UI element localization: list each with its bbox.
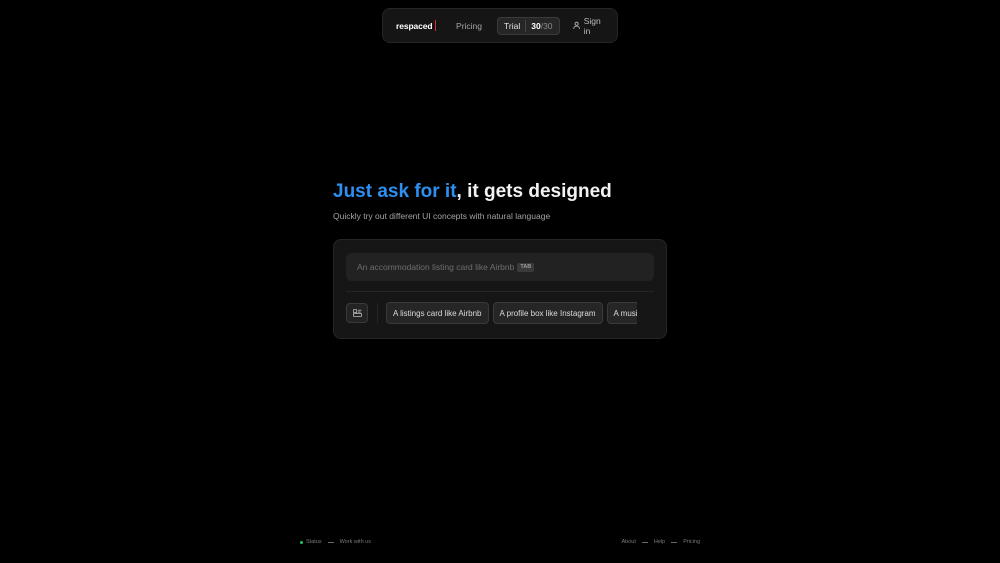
top-nav: respaced Pricing Trial 30/30 Sign in [382,8,618,43]
logo-cursor-mark [434,20,437,31]
page: respaced Pricing Trial 30/30 Sign in Jus… [0,0,1000,563]
trial-label: Trial [504,20,521,31]
card-divider [346,291,654,292]
footer-separator [671,541,678,543]
suggestion-chip[interactable]: A music player like Spotify [606,302,637,324]
hero-title-rest: , it gets designed [456,181,612,202]
trial-count: 30 [531,20,541,31]
footer-right: About Help Pricing [622,538,701,546]
prompt-input[interactable]: An accommodation listing card like Airbn… [346,253,654,281]
prompt-card: An accommodation listing card like Airbn… [333,239,667,339]
prompt-placeholder: An accommodation listing card like Airbn… [357,262,515,272]
suggestion-list: A listings card like Airbnb A profile bo… [386,302,637,324]
footer-help-link[interactable]: Help [654,539,665,545]
logo-text: respaced [396,20,433,31]
footer-work-link[interactable]: Work with us [340,539,371,545]
sign-in-button[interactable]: Sign in [572,15,607,36]
sign-in-label: Sign in [583,15,601,36]
trial-divider [525,19,527,32]
footer-separator [641,541,648,543]
nav-pricing-link[interactable]: Pricing [456,21,482,31]
user-icon [572,21,580,30]
trial-total: /30 [540,20,553,31]
footer-status-link[interactable]: Status [306,539,322,545]
footer-left: Status Work with us [300,538,371,546]
hero-title: Just ask for it, it gets designed [333,181,612,203]
image-upload-icon [352,309,362,317]
image-upload-button[interactable] [346,303,368,323]
footer-about-link[interactable]: About [622,539,636,545]
suggestion-chip[interactable]: A listings card like Airbnb [386,302,489,324]
hero-title-accent: Just ask for it [333,181,457,202]
tab-hint-badge: TAB [517,262,535,272]
logo[interactable]: respaced [396,20,437,31]
suggestion-chip[interactable]: A profile box like Instagram [492,302,603,324]
status-dot-icon [300,540,303,544]
suggestion-divider [377,303,378,323]
trial-counter[interactable]: Trial 30/30 [497,16,560,35]
footer-separator [327,541,334,543]
footer-pricing-link[interactable]: Pricing [683,539,700,545]
hero-subtitle: Quickly try out different UI concepts wi… [333,211,551,221]
